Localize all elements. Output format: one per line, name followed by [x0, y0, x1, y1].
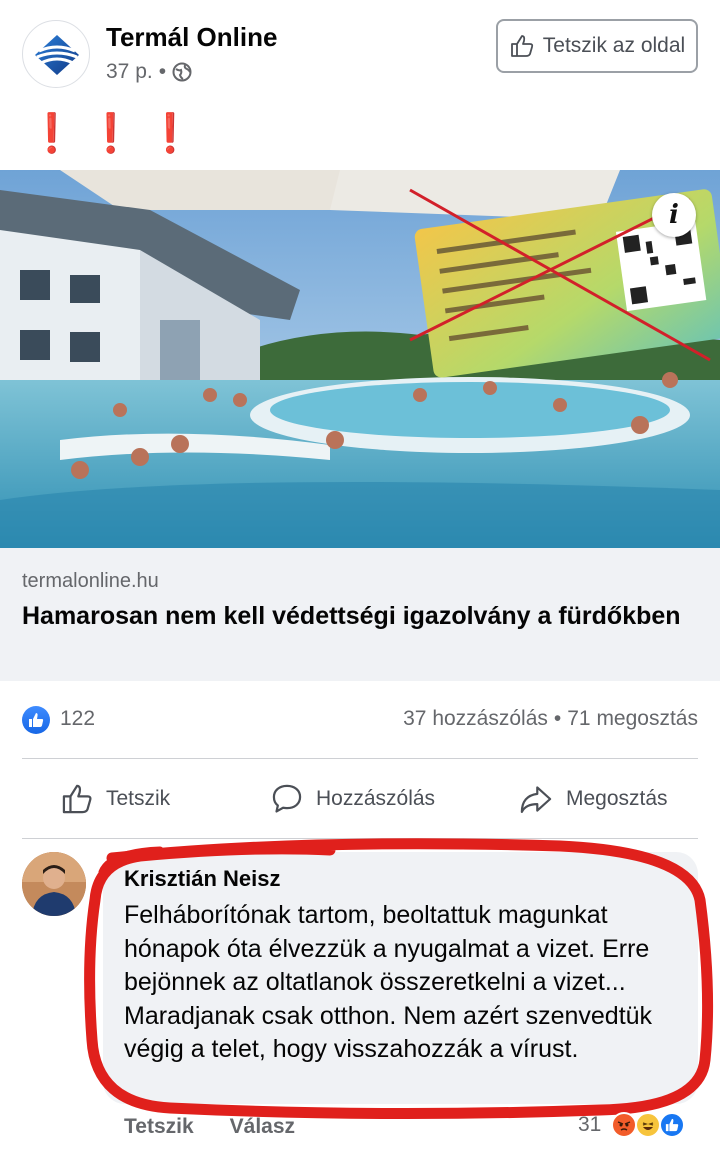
link-preview[interactable]: termalonline.hu Hamarosan nem kell védet…	[0, 548, 720, 681]
thumbs-up-icon	[510, 35, 533, 57]
comment-author[interactable]: Krisztián Neisz	[124, 866, 281, 892]
pool-photo	[0, 170, 720, 548]
info-icon[interactable]: i	[652, 193, 696, 237]
post-text: ❗❗❗	[28, 113, 206, 155]
stats-separator: •	[553, 707, 562, 730]
comment-reactions[interactable]: 31	[578, 1112, 686, 1138]
meta-separator: •	[158, 60, 167, 83]
share-count[interactable]: 71 megosztás	[567, 707, 698, 731]
thumbs-up-icon	[29, 713, 44, 727]
share-arrow-icon	[520, 786, 552, 813]
post-time[interactable]: 37 p.	[106, 60, 153, 84]
comment-bubble-icon	[272, 784, 302, 813]
post-header: Termál Online 37 p. • Tetszik az oldal	[0, 0, 720, 110]
link-preview-image[interactable]	[0, 170, 720, 548]
link-title: Hamarosan nem kell védettségi igazolvány…	[22, 602, 681, 630]
comment-count[interactable]: 37 hozzászólás	[403, 707, 548, 731]
comment-button[interactable]: Hozzászólás	[270, 760, 435, 838]
divider	[22, 758, 698, 759]
comment-text: Felháborítónak tartom, beoltattuk magunk…	[124, 901, 653, 1063]
divider	[22, 838, 698, 839]
haha-icon	[635, 1112, 662, 1138]
share-button[interactable]: Megosztás	[518, 760, 668, 838]
like-label: Tetszik	[106, 787, 171, 810]
commenter-avatar[interactable]	[22, 852, 86, 916]
reaction-count[interactable]: 122	[60, 707, 95, 731]
post-stats: 122 37 hozzászólás • 71 megosztás	[0, 694, 720, 744]
comment-label: Hozzászólás	[316, 787, 436, 810]
thumbs-up-icon	[62, 784, 92, 814]
engagement-summary: 37 hozzászólás • 71 megosztás	[403, 707, 698, 731]
avatar-photo	[22, 852, 86, 916]
post-meta: 37 p. •	[106, 60, 192, 84]
comment-actions: Tetszik Válasz	[124, 1115, 295, 1139]
link-domain: termalonline.hu	[22, 570, 159, 592]
page-name[interactable]: Termál Online	[106, 22, 277, 53]
like-page-button[interactable]: Tetszik az oldal	[496, 19, 698, 73]
angry-icon	[611, 1112, 638, 1138]
share-label: Megosztás	[566, 787, 668, 810]
comment-like-button[interactable]: Tetszik	[124, 1115, 194, 1139]
like-page-label: Tetszik az oldal	[542, 34, 686, 57]
like-button[interactable]: Tetszik	[60, 760, 170, 838]
comment-reaction-count: 31	[578, 1113, 602, 1136]
comment-reply-button[interactable]: Válasz	[230, 1115, 295, 1139]
like-icon	[659, 1112, 686, 1138]
page-avatar[interactable]	[22, 20, 90, 88]
like-reaction-icon	[22, 706, 50, 734]
globe-icon	[172, 62, 192, 82]
termal-logo-icon	[35, 35, 79, 75]
action-bar: Tetszik Hozzászólás Megosztás	[0, 760, 720, 838]
